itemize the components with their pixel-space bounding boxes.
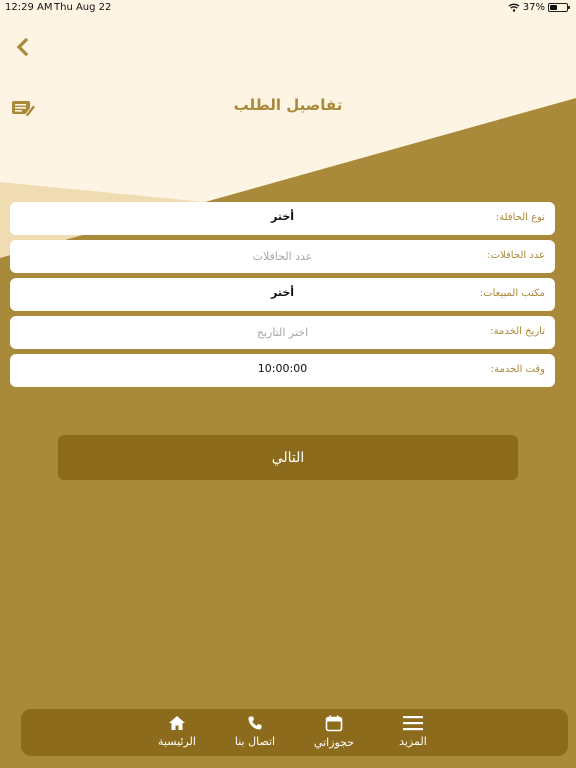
chevron-left-icon	[16, 37, 29, 57]
service-time-value[interactable]: 10:00:00	[10, 362, 555, 375]
back-button[interactable]	[12, 36, 34, 58]
battery-percent: 37%	[522, 2, 545, 13]
status-date: Thu Aug 22	[54, 2, 112, 13]
status-bar: 12:29 AM Thu Aug 22 37%	[0, 0, 576, 16]
status-time: 12:29 AM	[5, 2, 53, 13]
tab-home[interactable]: الرئيسية	[142, 715, 212, 748]
calendar-icon	[325, 715, 343, 732]
bus-type-value[interactable]: أختر	[10, 210, 555, 223]
tab-home-label: الرئيسية	[158, 735, 196, 748]
phone-icon	[248, 716, 262, 730]
bus-count-label: عدد الحافلات:	[487, 250, 545, 261]
tab-bookings-label: حجوزاتي	[313, 736, 355, 749]
tab-more[interactable]: المزيد	[378, 715, 448, 748]
service-time-label: وقت الخدمة:	[490, 364, 545, 375]
status-indicators: 37%	[508, 2, 570, 13]
page-title: تفاصيل الطلب	[233, 96, 343, 114]
sales-office-label: مكتب المبيعات:	[479, 288, 545, 299]
tab-more-label: المزيد	[399, 735, 427, 748]
service-date-field: تاريخ الخدمة:	[10, 316, 555, 349]
order-details-form: أختر نوع الحافلة: عدد الحافلات: أختر مكت…	[10, 202, 555, 392]
service-date-input[interactable]	[120, 322, 445, 342]
tab-contact[interactable]: اتصال بنا	[220, 715, 290, 748]
bus-count-field: عدد الحافلات:	[10, 240, 555, 273]
service-date-label: تاريخ الخدمة:	[490, 326, 545, 337]
bus-count-input[interactable]	[120, 246, 445, 266]
bus-type-field[interactable]: أختر نوع الحافلة:	[10, 202, 555, 235]
sales-office-value[interactable]: أختر	[10, 286, 555, 299]
bottom-tab-bar: الرئيسية اتصال بنا حجوزاتي المزيد	[21, 709, 568, 756]
tab-bookings[interactable]: حجوزاتي	[299, 715, 369, 749]
wifi-icon	[508, 3, 520, 12]
menu-icon	[403, 716, 423, 731]
sales-office-field[interactable]: أختر مكتب المبيعات:	[10, 278, 555, 311]
battery-icon	[548, 3, 570, 12]
bus-type-label: نوع الحافلة:	[495, 212, 545, 223]
service-time-field[interactable]: 10:00:00 وقت الخدمة:	[10, 354, 555, 387]
home-icon	[169, 716, 185, 730]
next-button[interactable]: التالي	[58, 435, 518, 480]
tab-contact-label: اتصال بنا	[234, 735, 276, 748]
